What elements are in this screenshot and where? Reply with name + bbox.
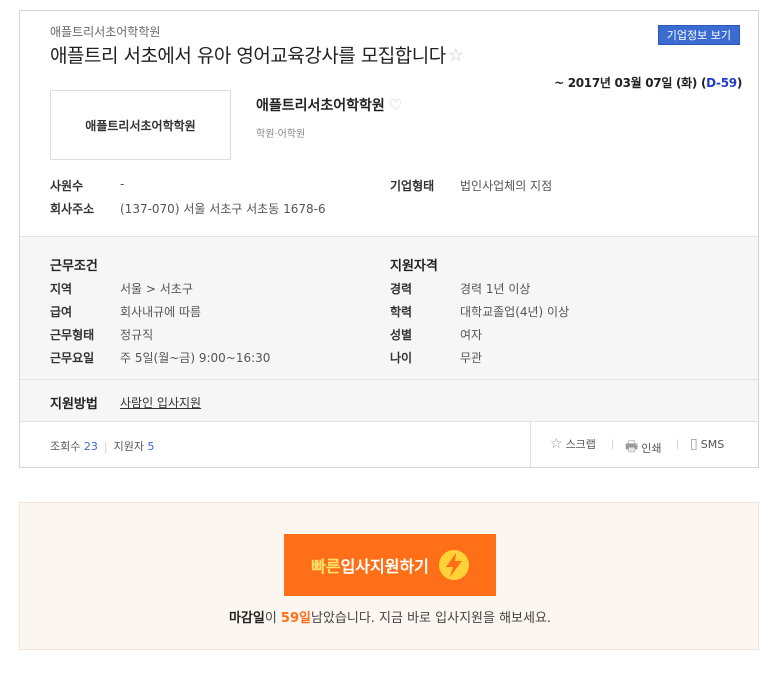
employees-value: - xyxy=(120,177,125,191)
printer-icon: 🖶 xyxy=(625,439,639,455)
qualification-label: 성별 xyxy=(390,328,413,342)
qualification-label: 경력 xyxy=(390,282,413,296)
condition-value: 서울 > 서초구 xyxy=(120,282,193,296)
posting-footer: 조회수 23 | 지원자 5 ☆ 스크랩 | 🖶 인쇄 | ▯ SMS xyxy=(20,422,758,467)
quick-apply-button[interactable]: 빠른입사지원하기 xyxy=(284,534,496,596)
deadline: ~ 2017년 03월 07일 (화) (D-59) xyxy=(554,74,742,91)
applicants-label: 지원자 xyxy=(113,440,144,453)
posting-title-text: 애플트리 서초에서 유아 영어교육강사를 모집합니다 xyxy=(50,45,446,67)
apply-method-label: 지원방법 xyxy=(50,397,98,412)
company-logo[interactable]: 애플트리서초어학학원 xyxy=(50,90,231,160)
views-count: 23 xyxy=(83,440,98,453)
deadline-date: ~ 2017년 03월 07일 (화) ( xyxy=(554,76,707,90)
company-info-button[interactable]: 기업정보 보기 xyxy=(657,25,740,45)
qualification-label: 나이 xyxy=(390,351,413,365)
company-name-small[interactable]: 애플트리서초어학학원 xyxy=(50,23,160,40)
address-value: (137-070) 서울 서초구 서초동 1678-6 xyxy=(120,202,326,216)
condition-label: 지역 xyxy=(50,282,73,296)
apply-method-link[interactable]: 사람인 입사지원 xyxy=(120,394,201,411)
star-outline-icon: ☆ xyxy=(550,436,563,452)
phone-icon: ▯ xyxy=(690,436,698,452)
print-label: 인쇄 xyxy=(641,442,662,455)
condition-label: 근무요일 xyxy=(50,351,95,365)
conditions-section: 근무조건 지원자격 지역 서울 > 서초구 급여 회사내규에 따름 근무형태 정… xyxy=(20,236,758,380)
days-remaining: 59일 xyxy=(280,611,311,626)
company-category: 학원·어학원 xyxy=(256,129,306,140)
posting-stats: 조회수 23 | 지원자 5 xyxy=(50,440,155,453)
dday-badge: D-59 xyxy=(706,76,737,90)
deadline-word: 마감일 xyxy=(228,611,265,626)
deadline-message: 마감일이 59일남았습니다. 지금 바로 입사지원을 해보세요. xyxy=(20,607,760,626)
qualification-value: 대학교졸업(4년) 이상 xyxy=(460,305,570,319)
condition-value: 주 5일(월~금) 9:00~16:30 xyxy=(120,351,271,365)
scrap-button[interactable]: ☆ 스크랩 xyxy=(550,436,596,452)
apply-label: 입사지원하기 xyxy=(340,557,429,576)
job-posting-card: 애플트리서초어학학원 기업정보 보기 애플트리 서초에서 유아 영어교육강사를 … xyxy=(19,10,759,468)
sms-button[interactable]: ▯ SMS xyxy=(690,436,724,452)
condition-label: 급여 xyxy=(50,305,73,319)
qualification-value: 여자 xyxy=(460,328,483,342)
star-icon[interactable]: ☆ xyxy=(448,45,464,66)
quick-label: 빠른 xyxy=(311,557,341,576)
condition-value: 회사내규에 따름 xyxy=(120,305,202,319)
company-name-text[interactable]: 애플트리서초어학학원 xyxy=(256,98,385,114)
print-button[interactable]: 🖶 인쇄 xyxy=(625,436,661,460)
employees-label: 사원수 xyxy=(50,179,84,193)
condition-label: 근무형태 xyxy=(50,328,95,342)
heart-icon[interactable]: ♡ xyxy=(389,96,402,114)
apply-method-section: 지원방법 사람인 입사지원 xyxy=(20,380,758,422)
footer-divider xyxy=(530,422,531,467)
qualifications-title: 지원자격 xyxy=(390,259,438,274)
deadline-suffix: ) xyxy=(736,76,742,90)
qualification-label: 학력 xyxy=(390,305,413,319)
qualification-value: 무관 xyxy=(460,351,483,365)
conditions-title: 근무조건 xyxy=(50,259,98,274)
posting-title: 애플트리 서초에서 유아 영어교육강사를 모집합니다 ☆ xyxy=(50,41,464,68)
company-name: 애플트리서초어학학원 ♡ xyxy=(256,95,402,115)
sms-label: SMS xyxy=(700,437,725,451)
views-label: 조회수 xyxy=(50,440,81,453)
quick-apply-label: 빠른입사지원하기 xyxy=(311,553,429,577)
lightning-icon xyxy=(438,550,469,580)
company-type-label: 기업형태 xyxy=(390,179,435,193)
quick-apply-box: 빠른입사지원하기 마감일이 59일남았습니다. 지금 바로 입사지원을 해보세요… xyxy=(19,502,759,650)
condition-value: 정규직 xyxy=(120,328,154,342)
company-type-value: 법인사업체의 지점 xyxy=(460,179,553,193)
scrap-label: 스크랩 xyxy=(565,438,596,451)
address-label: 회사주소 xyxy=(50,202,95,216)
deadline-message-rest: 남았습니다. 지금 바로 입사지원을 해보세요. xyxy=(310,611,552,626)
applicants-count: 5 xyxy=(147,440,155,453)
qualification-value: 경력 1년 이상 xyxy=(460,282,531,296)
deadline-particle: 이 xyxy=(264,611,281,626)
